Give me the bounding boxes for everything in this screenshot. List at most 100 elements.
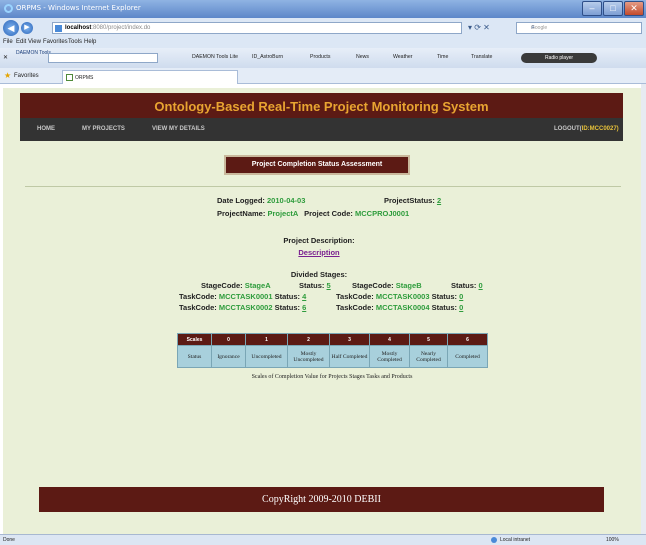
status-text: Done [3, 537, 15, 543]
task-row: TaskCode: MCCTASK0004 Status: 0 [336, 303, 463, 312]
task-code-label: TaskCode: [179, 292, 217, 301]
task-row: TaskCode: MCCTASK0003 Status: 0 [336, 292, 463, 301]
table-header-cell: 5 [409, 333, 448, 346]
stage-code-value: StageA [244, 281, 271, 290]
maximize-button[interactable]: □ [603, 1, 623, 16]
task-row: TaskCode: MCCTASK0002 Status: 6 [179, 303, 306, 312]
status-link[interactable]: 6 [302, 303, 306, 312]
table-header-row: Scales 0 1 2 3 4 5 6 [177, 333, 488, 346]
status-link[interactable]: 5 [327, 281, 331, 290]
toolbar-link-astroburn[interactable]: ID_AstroBurn [252, 54, 283, 60]
daemon-tools-logo: DAEMON Tools [16, 50, 51, 56]
toolbar-search-input[interactable] [48, 53, 158, 63]
nav-home[interactable]: HOME [37, 126, 55, 132]
nav-my-projects[interactable]: MY PROJECTS [82, 126, 125, 132]
menu-file[interactable]: File [3, 39, 13, 45]
main-nav: HOME MY PROJECTS VIEW MY DETAILS LOGOUT(… [20, 118, 623, 141]
stage-b-row: StageCode: StageB [352, 281, 422, 290]
date-logged-row: Date Logged: 2010-04-03 [217, 196, 305, 205]
menu-view[interactable]: View [28, 39, 41, 45]
menu-help[interactable]: Help [84, 39, 96, 45]
project-status-link[interactable]: 2 [437, 196, 441, 205]
favorites-label[interactable]: Favorites [14, 73, 39, 79]
table-cell: Uncompleted [245, 345, 288, 368]
app-header: Ontology-Based Real-Time Project Monitor… [20, 93, 623, 118]
status-label: Status: [431, 303, 458, 312]
user-id: ID:MCC0027) [581, 126, 619, 132]
toolbar-link-time[interactable]: Time [437, 54, 448, 60]
table-cell: Half Completed [329, 345, 370, 368]
favorites-star-icon[interactable]: ★ [4, 71, 11, 80]
stage-a-row: StageCode: StageA [201, 281, 271, 290]
toolbar-link-weather[interactable]: Weather [393, 54, 413, 60]
status-link[interactable]: 0 [459, 303, 463, 312]
toolbar-link-translate[interactable]: Translate [471, 54, 492, 60]
toolbar-close-icon[interactable]: ✕ [3, 54, 8, 61]
search-input[interactable]: Google ⌕ [516, 22, 642, 34]
project-name-row: ProjectName: ProjectA Project Code: MCCP… [217, 209, 409, 218]
status-label: Status: [274, 303, 301, 312]
status-link[interactable]: 0 [459, 292, 463, 301]
status-label: Status: [451, 281, 477, 290]
stage-code-label: StageCode: [352, 281, 394, 290]
project-name-value: ProjectA [267, 209, 299, 218]
project-status-label: ProjectStatus: [384, 196, 435, 205]
close-button[interactable]: ✕ [624, 1, 644, 16]
status-label: Status: [274, 292, 301, 301]
toolbar-link-products[interactable]: Products [310, 54, 330, 60]
favorites-bar: ★ Favorites ORPMS [0, 68, 646, 84]
menu-favorites[interactable]: Favorites [43, 39, 68, 45]
task-code-label: TaskCode: [179, 303, 217, 312]
menu-edit[interactable]: Edit [16, 39, 26, 45]
task-code-value: MCCTASK0002 [218, 303, 273, 312]
status-link[interactable]: 4 [302, 292, 306, 301]
toolbar-link-daemon[interactable]: DAEMON Tools Lite [192, 54, 238, 60]
stage-b-status: Status: 0 [451, 281, 483, 290]
search-icon[interactable]: ⌕ [531, 24, 639, 32]
completion-scales-table: Scales 0 1 2 3 4 5 6 Status Ignorance Un… [177, 333, 488, 368]
page-footer: CopyRight 2009-2010 DEBII [39, 487, 604, 512]
description-link[interactable]: Description [298, 248, 339, 257]
logout-label: LOGOUT( [554, 126, 582, 132]
nav-view-my-details[interactable]: VIEW MY DETAILS [152, 126, 205, 132]
table-cell: Mostly Uncompleted [287, 345, 330, 368]
table-cell: Nearly Completed [409, 345, 448, 368]
address-row: ◀ ▶ localhost:8080/project/index.do ▾ ⟳ … [0, 18, 646, 38]
forward-icon[interactable]: ▶ [21, 22, 33, 34]
table-cell: Mostly Completed [369, 345, 410, 368]
radio-player-button[interactable]: Radio player [521, 53, 597, 63]
tab-title: ORPMS [75, 75, 94, 81]
table-header-cell: 1 [245, 333, 288, 346]
menu-tools[interactable]: Tools [68, 39, 82, 45]
table-row: Status Ignorance Uncompleted Mostly Unco… [177, 345, 488, 368]
window-title: ORPMS - Windows Internet Explorer [16, 4, 141, 12]
minimize-button[interactable]: – [582, 1, 602, 16]
address-bar[interactable]: localhost:8080/project/index.do [52, 22, 462, 34]
stage-code-value: StageB [395, 281, 422, 290]
url-host: localhost [65, 25, 92, 31]
project-code-value: MCCPROJ0001 [354, 209, 410, 218]
table-cell: Completed [447, 345, 488, 368]
table-cell: Status [177, 345, 212, 368]
app-title: Ontology-Based Real-Time Project Monitor… [154, 99, 489, 114]
page-scrollbar[interactable] [641, 84, 646, 534]
status-link[interactable]: 0 [479, 281, 483, 290]
status-label: Status: [431, 292, 458, 301]
table-header-cell: 2 [287, 333, 330, 346]
nav-logout[interactable]: LOGOUT(ID:MCC0027) [554, 126, 619, 132]
status-label: Status: [299, 281, 325, 290]
stage-a-status: Status: 5 [299, 281, 331, 290]
divider [25, 186, 621, 187]
zoom-level[interactable]: 100% [606, 537, 619, 543]
window-titlebar: ORPMS - Windows Internet Explorer – □ ✕ [0, 0, 646, 18]
stage-code-label: StageCode: [201, 281, 243, 290]
task-code-value: MCCTASK0001 [218, 292, 273, 301]
back-icon[interactable]: ◀ [3, 20, 19, 36]
project-code-label: Project Code: [304, 209, 353, 218]
toolbar-link-news[interactable]: News [356, 54, 369, 60]
browser-tab[interactable]: ORPMS [62, 70, 238, 84]
daemon-toolbar: ✕ DAEMON Tools DAEMON Tools Lite ID_Astr… [0, 48, 646, 68]
task-row: TaskCode: MCCTASK0001 Status: 4 [179, 292, 306, 301]
date-logged-label: Date Logged: [217, 196, 265, 205]
refresh-stop-icons[interactable]: ▾ ⟳ ✕ [468, 23, 490, 32]
